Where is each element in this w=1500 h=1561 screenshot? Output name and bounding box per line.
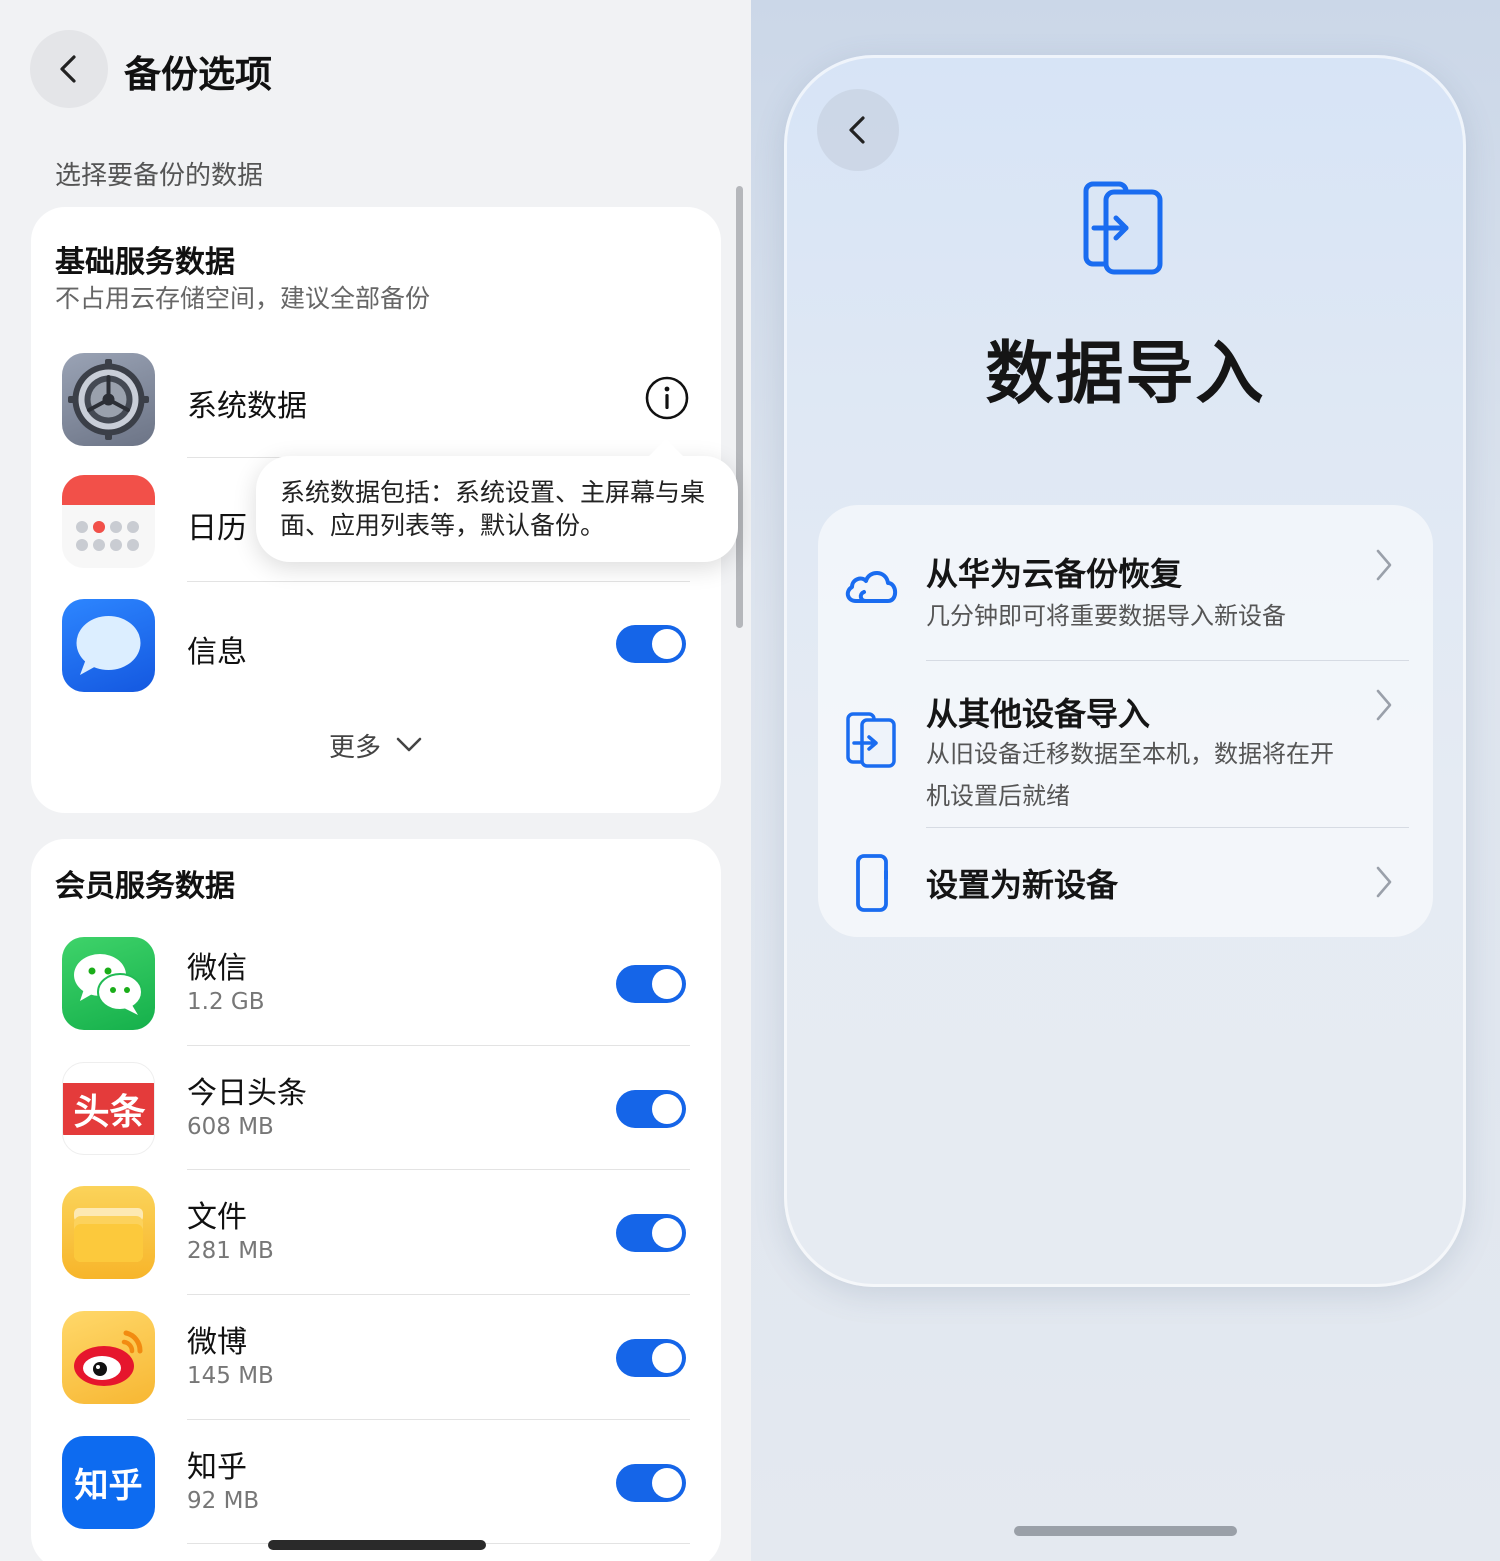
back-button[interactable] bbox=[817, 89, 899, 171]
more-label: 更多 bbox=[328, 732, 381, 763]
app-name: 日历 bbox=[187, 511, 247, 546]
backup-options-screen: 备份选项 选择要备份的数据 基础服务数据 不占用云存储空间，建议全部备份 系统数… bbox=[0, 0, 751, 1561]
option-title: 从其他设备导入 bbox=[926, 695, 1151, 733]
app-size: 92 MB bbox=[187, 1488, 260, 1514]
back-button[interactable] bbox=[30, 30, 108, 108]
toggle-switch[interactable] bbox=[616, 965, 686, 1003]
card-subtitle: 不占用云存储空间，建议全部备份 bbox=[55, 284, 431, 313]
app-size: 145 MB bbox=[187, 1363, 274, 1389]
toggle-knob bbox=[652, 1094, 682, 1124]
app-name: 系统数据 bbox=[187, 389, 307, 424]
zhihu-icon: 知乎 bbox=[62, 1436, 155, 1529]
files-folder-icon bbox=[62, 1186, 155, 1279]
page-title: 数据导入 bbox=[985, 335, 1266, 414]
app-size: 1.2 GB bbox=[187, 989, 265, 1015]
toutiao-badge: 头条 bbox=[63, 1083, 154, 1135]
option-huawei-cloud[interactable]: 从华为云备份恢复 几分钟即可将重要数据导入新设备 bbox=[818, 505, 1433, 660]
app-name: 微信 bbox=[187, 951, 247, 986]
toggle-switch[interactable] bbox=[616, 625, 686, 663]
chevron-right-icon bbox=[1376, 866, 1392, 898]
import-options-card: 从华为云备份恢复 几分钟即可将重要数据导入新设备 从其他设备导入 从旧设备迁移数… bbox=[818, 505, 1433, 937]
zhihu-badge: 知乎 bbox=[74, 1466, 143, 1506]
chevron-down-icon bbox=[396, 737, 422, 752]
wechat-icon bbox=[62, 937, 155, 1030]
app-name: 信息 bbox=[187, 635, 247, 670]
toggle-knob bbox=[652, 1218, 682, 1248]
option-title: 设置为新设备 bbox=[926, 866, 1119, 904]
info-icon bbox=[645, 376, 689, 420]
scrollbar[interactable] bbox=[736, 186, 743, 628]
card-heading: 会员服务数据 bbox=[55, 869, 235, 904]
toutiao-icon: 头条 bbox=[62, 1062, 155, 1155]
list-item-zhihu[interactable]: 知乎 知乎 92 MB bbox=[31, 1420, 721, 1544]
card-heading: 基础服务数据 bbox=[55, 245, 235, 280]
member-service-card: 会员服务数据 微信 1.2 GB 头条 今日头条 608 MB 文件 281 M… bbox=[31, 839, 721, 1561]
app-name: 文件 bbox=[187, 1200, 247, 1235]
app-size: 608 MB bbox=[187, 1114, 274, 1140]
phone-transfer-icon bbox=[846, 712, 896, 768]
page-title: 备份选项 bbox=[124, 53, 272, 96]
toggle-switch[interactable] bbox=[616, 1464, 686, 1502]
app-name: 微博 bbox=[187, 1325, 247, 1360]
section-caption: 选择要备份的数据 bbox=[55, 161, 264, 191]
chevron-right-icon bbox=[1376, 549, 1392, 581]
chevron-left-icon bbox=[849, 116, 865, 144]
home-indicator[interactable] bbox=[268, 1540, 486, 1550]
settings-gear-icon bbox=[62, 353, 155, 446]
phone-transfer-icon bbox=[1083, 181, 1163, 275]
cloud-icon bbox=[845, 571, 898, 603]
toggle-knob bbox=[652, 969, 682, 999]
toggle-knob bbox=[652, 629, 682, 659]
message-bubble-icon bbox=[62, 599, 155, 692]
divider bbox=[187, 581, 690, 582]
chevron-right-icon bbox=[1376, 689, 1392, 721]
list-item-system-data[interactable]: 系统数据 bbox=[31, 337, 721, 461]
chevron-left-icon bbox=[60, 55, 76, 83]
toggle-switch[interactable] bbox=[616, 1090, 686, 1128]
option-title: 从华为云备份恢复 bbox=[926, 555, 1183, 593]
info-button[interactable] bbox=[644, 375, 690, 421]
toggle-knob bbox=[652, 1468, 682, 1498]
list-item-messages[interactable]: 信息 bbox=[31, 583, 721, 707]
phone-icon bbox=[856, 854, 888, 912]
system-data-tooltip: 系统数据包括：系统设置、主屏幕与桌面、应用列表等，默认备份。 bbox=[256, 439, 738, 562]
toggle-knob bbox=[652, 1343, 682, 1373]
option-other-device[interactable]: 从其他设备导入 从旧设备迁移数据至本机，数据将在开机设置后就绪 bbox=[818, 661, 1433, 827]
data-import-screen: 数据导入 从华为云备份恢复 几分钟即可将重要数据导入新设备 从其他设备导入 从旧… bbox=[751, 0, 1500, 1561]
app-name: 知乎 bbox=[187, 1450, 247, 1485]
home-indicator[interactable] bbox=[1014, 1526, 1237, 1536]
app-name: 今日头条 bbox=[187, 1076, 307, 1111]
list-item-toutiao[interactable]: 头条 今日头条 608 MB bbox=[31, 1046, 721, 1170]
list-item-files[interactable]: 文件 281 MB bbox=[31, 1170, 721, 1294]
toggle-switch[interactable] bbox=[616, 1214, 686, 1252]
weibo-icon bbox=[62, 1311, 155, 1404]
tooltip-text: 系统数据包括：系统设置、主屏幕与桌面、应用列表等，默认备份。 bbox=[280, 478, 706, 540]
list-item-wechat[interactable]: 微信 1.2 GB bbox=[31, 921, 721, 1045]
more-button[interactable]: 更多 bbox=[31, 723, 721, 767]
calendar-icon bbox=[62, 475, 155, 568]
option-description: 几分钟即可将重要数据导入新设备 bbox=[926, 602, 1286, 630]
list-item-weibo[interactable]: 微博 145 MB bbox=[31, 1295, 721, 1419]
toggle-switch[interactable] bbox=[616, 1339, 686, 1377]
option-new-device[interactable]: 设置为新设备 bbox=[818, 828, 1433, 937]
option-description: 从旧设备迁移数据至本机，数据将在开机设置后就绪 bbox=[926, 740, 1334, 810]
app-size: 281 MB bbox=[187, 1238, 274, 1264]
